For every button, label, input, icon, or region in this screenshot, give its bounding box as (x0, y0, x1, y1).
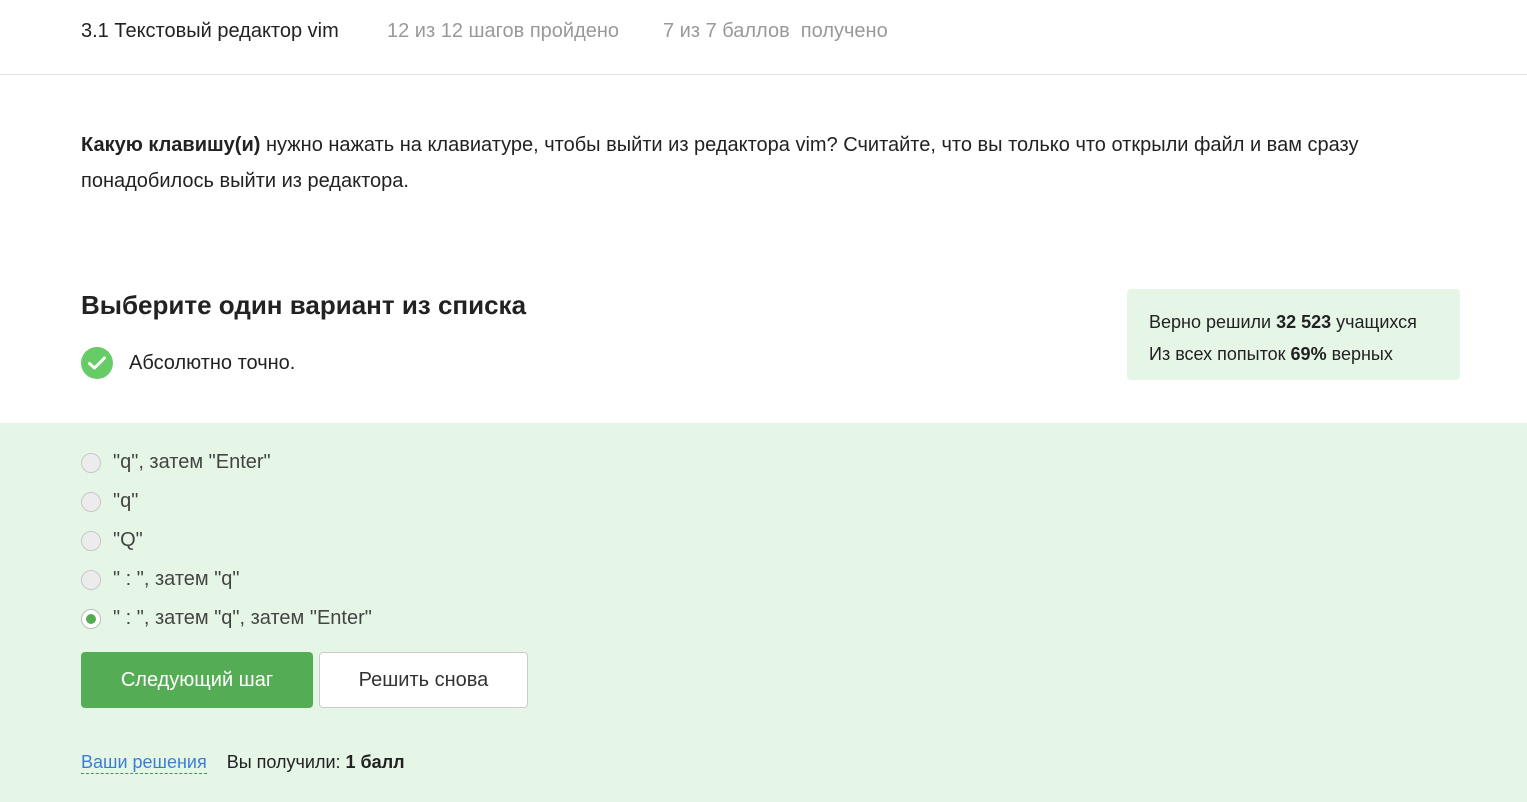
answer-area: "q", затем "Enter" "q" "Q" " : ", затем … (0, 423, 1527, 802)
option-label: " : ", затем "q", затем "Enter" (113, 607, 372, 629)
solve-again-button[interactable]: Решить снова (319, 652, 528, 708)
solved-suffix: учащихся (1331, 312, 1417, 332)
attempts-suffix: верных (1326, 344, 1393, 364)
option-item-selected[interactable]: " : ", затем "q", затем "Enter" (81, 599, 372, 638)
question-text: Какую клавишу(и) нужно нажать на клавиат… (81, 127, 1441, 199)
quiz-heading: Выберите один вариант из списка (81, 290, 527, 320)
solved-line: Верно решили 32 523 учащихся (1149, 306, 1460, 338)
option-label: "q" (113, 490, 139, 512)
question-rest: нужно нажать на клавиатуре, чтобы выйти … (81, 134, 1359, 192)
option-item[interactable]: "q", затем "Enter" (81, 443, 372, 482)
solved-prefix: Верно решили (1149, 312, 1277, 332)
footer-row: Ваши решения Вы получили: 1 балл (81, 752, 405, 774)
lesson-title[interactable]: 3.1 Текстовый редактор vim (81, 20, 339, 43)
solved-count: 32 523 (1276, 312, 1332, 332)
radio-dot (86, 613, 96, 624)
option-item[interactable]: " : ", затем "q" (81, 560, 372, 599)
feedback-row: Абсолютно точно. (81, 347, 295, 379)
radio-button[interactable] (81, 491, 101, 512)
attempts-line: Из всех попыток 69% верных (1149, 338, 1460, 370)
your-solutions-link[interactable]: Ваши решения (81, 752, 207, 774)
options-list: "q", затем "Enter" "q" "Q" " : ", затем … (81, 443, 372, 638)
question-bold: Какую клавишу(и) (81, 134, 261, 156)
stats-box: Верно решили 32 523 учащихся Из всех поп… (1127, 289, 1460, 380)
lesson-header: 3.1 Текстовый редактор vim 12 из 12 шаго… (0, 0, 1527, 75)
radio-button[interactable] (81, 452, 101, 473)
option-label: "q", затем "Enter" (113, 451, 271, 473)
option-item[interactable]: "Q" (81, 521, 372, 560)
radio-button[interactable] (81, 569, 101, 590)
option-item[interactable]: "q" (81, 482, 372, 521)
received-label: Вы получили: (226, 752, 341, 772)
radio-button-checked[interactable] (81, 608, 101, 629)
feedback-text: Абсолютно точно. (129, 351, 296, 374)
check-circle-icon (81, 347, 113, 379)
option-label: " : ", затем "q" (113, 568, 240, 590)
attempts-percent: 69% (1290, 344, 1327, 364)
steps-progress: 12 из 12 шагов пройдено (387, 20, 620, 42)
radio-button[interactable] (81, 530, 101, 551)
next-step-button[interactable]: Следующий шаг (81, 652, 313, 708)
received-score: 1 балл (345, 752, 405, 772)
points-progress: 7 из 7 баллов получено (663, 20, 888, 42)
attempts-prefix: Из всех попыток (1149, 344, 1291, 364)
option-label: "Q" (113, 529, 143, 551)
